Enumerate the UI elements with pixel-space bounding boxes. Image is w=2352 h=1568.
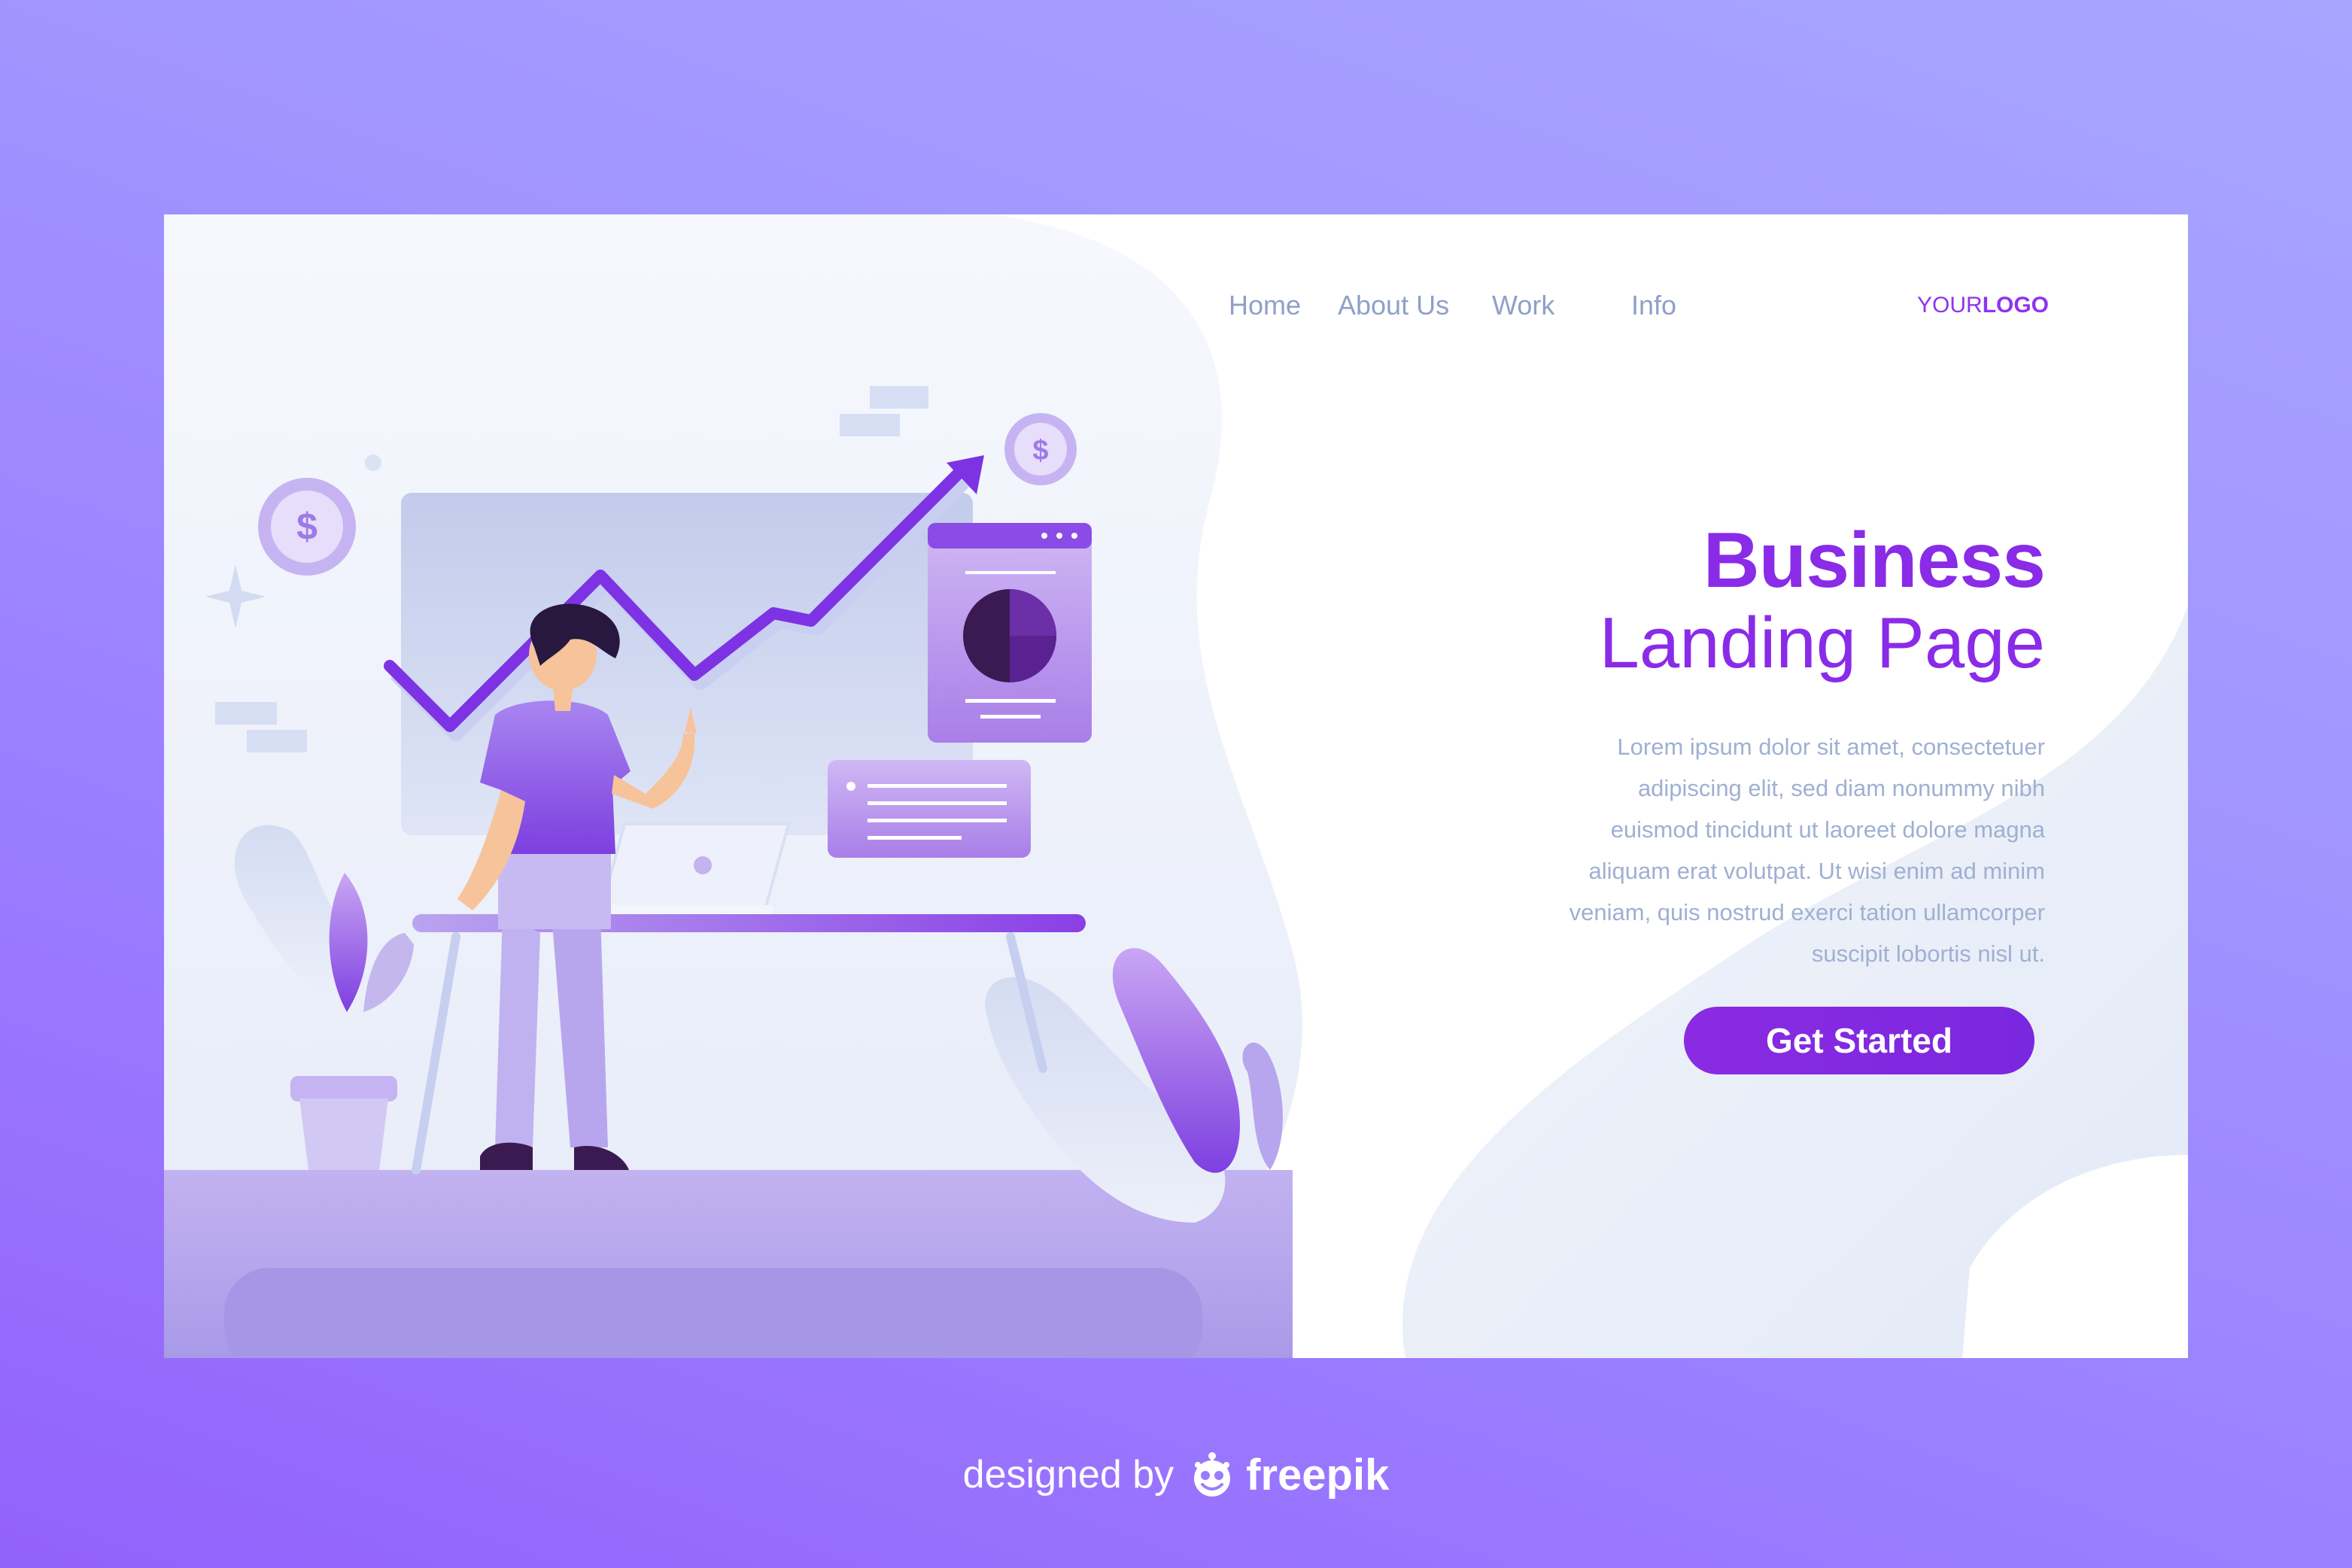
deco-bar [215,702,277,725]
logo-prefix: YOUR [1917,293,1983,318]
plant-icon [234,825,414,1170]
hero-description-line: Lorem ipsum dolor sit amet, consectetuer [1617,734,2045,760]
hero-description-line: veniam, quis nostrud exerci tation ullam… [1569,899,2045,925]
brand-logo[interactable]: YOURLOGO [1917,293,2049,318]
designer-credit: designed by freepik [0,1441,2352,1509]
text-panel [828,760,1031,858]
nav-home[interactable]: Home [1229,290,1301,321]
plant-icon [985,948,1283,1223]
svg-text:$: $ [296,506,318,548]
logo-suffix: LOGO [1982,293,2050,318]
hero-description-line: adipiscing elit, sed diam nonummy nibh [1637,775,2045,801]
freepik-logo-icon [1194,1452,1231,1497]
hero-description-line: euismod tincidunt ut laoreet dolore magn… [1610,816,2045,843]
nav-about-us[interactable]: About Us [1338,290,1449,321]
nav-work[interactable]: Work [1492,290,1554,321]
hero-description-line: aliquam erat volutpat. Ut wisi enim ad m… [1588,858,2045,884]
nav-info[interactable]: Info [1631,290,1676,321]
hero-title: Business Landing Page [1599,517,2046,685]
hero-title-line1: Business [1703,517,2046,604]
landing-card: $ $ Home About Us Work Info YOURLOGO Bus… [164,214,2188,1358]
pie-chart-icon [963,589,1056,682]
hero-description: Lorem ipsum dolor sit amet, consectetuer… [1503,726,2045,974]
sparkle-icon [205,564,266,628]
hero-title-line2: Landing Page [1599,603,2045,683]
top-nav: Home About Us Work Info YOURLOGO [164,290,2188,335]
credit-text: designed by [962,1453,1174,1497]
deco-bar [870,386,928,409]
dollar-coin-icon: $ [1004,413,1077,485]
get-started-button[interactable]: Get Started [1684,1007,2034,1074]
deco-dot [365,454,381,471]
dollar-coin-icon: $ [258,478,356,576]
credit-brand[interactable]: freepik [1246,1450,1389,1500]
pie-chart-panel [928,523,1092,743]
deco-bar [840,414,900,436]
hero-description-line: suscipit lobortis nisl ut. [1811,940,2045,967]
deco-bar [247,730,307,752]
svg-text:$: $ [1032,435,1048,466]
